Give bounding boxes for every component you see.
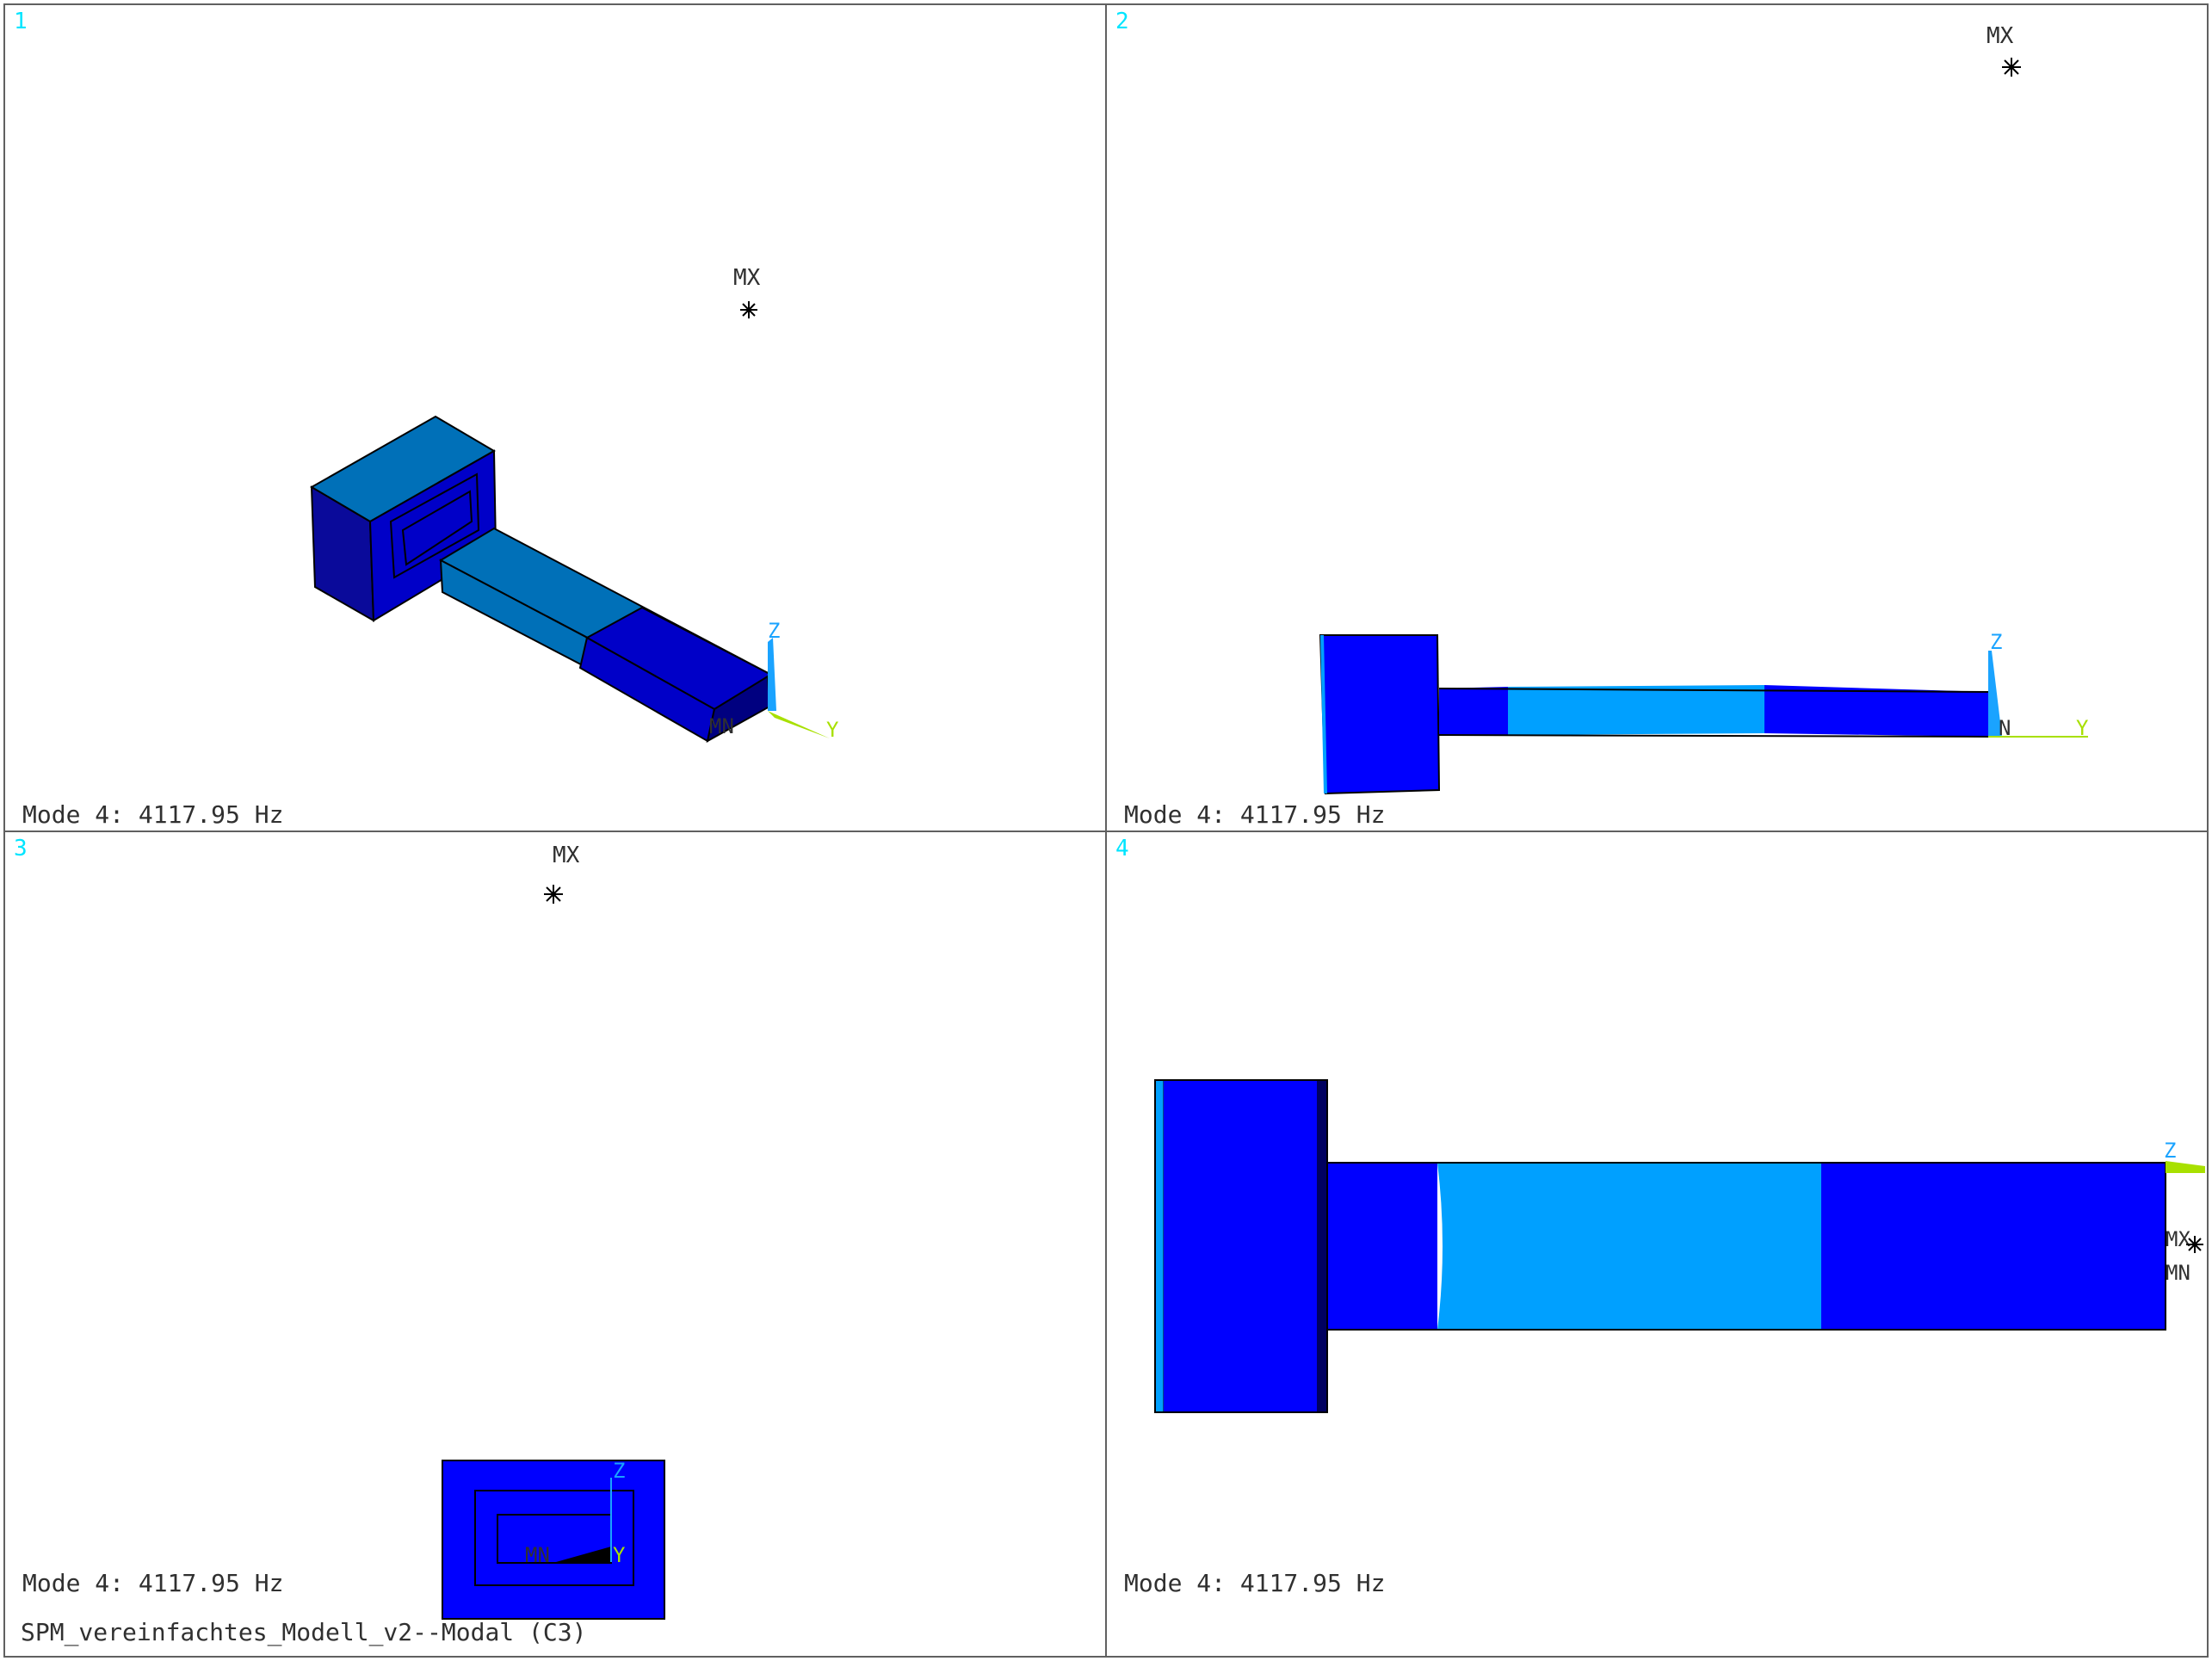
min-marker-icon <box>2186 1236 2203 1253</box>
max-label: MX <box>2166 1227 2190 1251</box>
viewport-4-model: Z MX MN <box>1154 1079 2205 1413</box>
viewport-2[interactable]: MX Z Y N 2 Mode 4: 4117.95 Hz <box>1107 5 2207 830</box>
axis-y-label: Y <box>826 718 839 742</box>
viewport-3-model: MX Z Y MN <box>442 843 665 1620</box>
viewport-4[interactable]: Z MX MN 4 Mode 4: 4117.95 Hz <box>1107 832 2207 1656</box>
viewport-1[interactable]: MX Z Y MN 1 Mode 4: 4117.95 Hz <box>5 5 1105 830</box>
axis-y-label: Y <box>2076 716 2089 740</box>
viewport-1-model: MX Z Y MN <box>310 265 839 743</box>
max-marker-icon <box>544 885 563 904</box>
viewport-number: 2 <box>1115 9 1129 34</box>
viewport-3[interactable]: MX Z Y MN 3 Mode 4: 4117.95 Hz <box>5 832 1105 1656</box>
mode-caption: Mode 4: 4117.95 Hz <box>22 800 284 829</box>
max-label: MX <box>553 843 580 868</box>
viewport-2-model: MX Z Y N <box>1319 23 2089 795</box>
max-label: MX <box>1986 23 2014 49</box>
axis-z-label: Z <box>768 619 780 643</box>
axis-z-label: Z <box>613 1459 625 1483</box>
mode-caption: Mode 4: 4117.95 Hz <box>1124 800 1386 829</box>
axis-z-label: Z <box>2164 1139 2176 1163</box>
min-label: MN <box>709 714 734 738</box>
min-label: MN <box>525 1543 550 1567</box>
min-label: MN <box>2166 1261 2190 1285</box>
viewport-number: 1 <box>14 9 28 34</box>
viewport-number: 4 <box>1115 836 1129 861</box>
mode-caption: Mode 4: 4117.95 Hz <box>1124 1569 1386 1597</box>
axis-y-label: Y <box>613 1543 626 1567</box>
axis-z-label: Z <box>1990 630 2002 654</box>
min-label: N <box>1999 716 2011 740</box>
max-label: MX <box>733 265 761 291</box>
max-marker-icon <box>740 301 757 318</box>
max-marker-icon <box>2002 58 2021 77</box>
mode-caption: Mode 4: 4117.95 Hz <box>22 1569 284 1597</box>
model-title: SPM_vereinfachtes_Modell_v2--Modal (C3) <box>21 1618 587 1646</box>
viewport-number: 3 <box>14 836 28 861</box>
